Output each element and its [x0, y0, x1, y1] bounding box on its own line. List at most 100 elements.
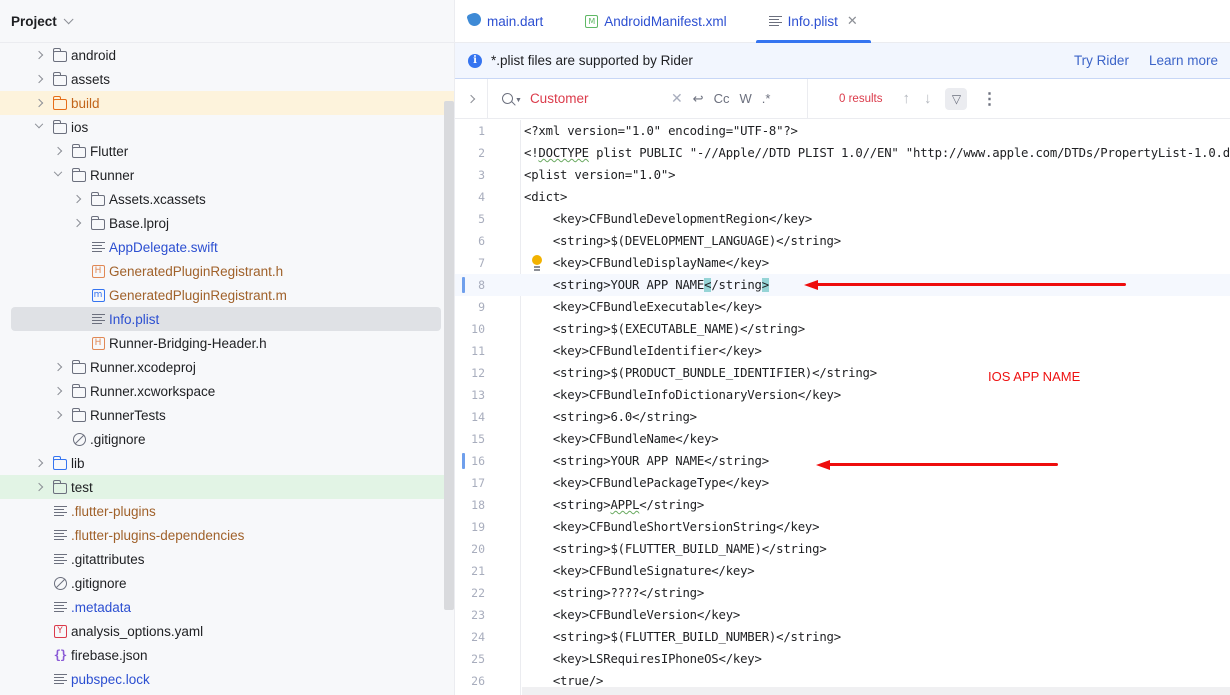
- code-line[interactable]: 18 <string>APPL</string>: [455, 494, 1230, 516]
- chevron-right-icon[interactable]: [33, 71, 45, 87]
- code-text: <key>CFBundleDevelopmentRegion</key>: [524, 212, 813, 226]
- sidebar-scrollbar[interactable]: [444, 101, 454, 610]
- code-line[interactable]: 2 <!DOCTYPE plist PUBLIC "-//Apple//DTD P…: [455, 142, 1230, 164]
- text-file-icon: [90, 239, 106, 255]
- tab-android-manifest[interactable]: M AndroidManifest.xml: [572, 0, 739, 42]
- chevron-down-icon[interactable]: [52, 167, 64, 183]
- code-line[interactable]: 13 <key>CFBundleInfoDictionaryVersion</k…: [455, 384, 1230, 406]
- tree-item[interactable]: build: [0, 91, 454, 115]
- code-line[interactable]: 10 <string>$(EXECUTABLE_NAME)</string>: [455, 318, 1230, 340]
- code-line[interactable]: 16 <string>YOUR APP NAME</string>: [455, 450, 1230, 472]
- tree-item[interactable]: Runner: [0, 163, 454, 187]
- tree-item[interactable]: Runner.xcodeproj: [0, 355, 454, 379]
- expand-replace-button[interactable]: [455, 79, 488, 118]
- code-line[interactable]: 1 <?xml version="1.0" encoding="UTF-8"?>: [455, 120, 1230, 142]
- project-header[interactable]: Project: [0, 0, 454, 43]
- tree-item[interactable]: RunnerTests: [0, 403, 454, 427]
- code-line[interactable]: 5 <key>CFBundleDevelopmentRegion</key>: [455, 208, 1230, 230]
- tree-item-label: .gitattributes: [71, 551, 145, 567]
- code-line[interactable]: 23 <key>CFBundleVersion</key>: [455, 604, 1230, 626]
- code-text: <key>CFBundlePackageType</key>: [524, 476, 769, 490]
- code-editor[interactable]: 1 <?xml version="1.0" encoding="UTF-8"?> 2…: [455, 120, 1230, 695]
- search-history-caret-icon[interactable]: ▼: [515, 97, 522, 104]
- tree-item[interactable]: AppDelegate.swift: [0, 235, 454, 259]
- code-text: <key>CFBundleExecutable</key>: [524, 300, 762, 314]
- code-line[interactable]: 17 <key>CFBundlePackageType</key>: [455, 472, 1230, 494]
- horizontal-scrollbar[interactable]: [522, 687, 1230, 695]
- learn-more-link[interactable]: Learn more: [1149, 53, 1218, 68]
- chevron-down-icon[interactable]: [33, 119, 45, 135]
- try-rider-link[interactable]: Try Rider: [1074, 53, 1129, 68]
- tree-item[interactable]: Base.lproj: [0, 211, 454, 235]
- tab-main-dart[interactable]: main.dart: [455, 0, 556, 42]
- filter-icon[interactable]: ▽: [945, 87, 968, 110]
- tree-item-label: AppDelegate.swift: [109, 239, 218, 255]
- tree-item[interactable]: .flutter-plugins: [0, 499, 454, 523]
- tree-item[interactable]: android: [0, 43, 454, 67]
- tree-item[interactable]: ios: [0, 115, 454, 139]
- code-line[interactable]: 11 <key>CFBundleIdentifier</key>: [455, 340, 1230, 362]
- tree-item[interactable]: test: [0, 475, 454, 499]
- code-line[interactable]: 20 <string>$(FLUTTER_BUILD_NAME)</string…: [455, 538, 1230, 560]
- tree-item[interactable]: .gitignore: [0, 571, 454, 595]
- chevron-down-icon[interactable]: [63, 13, 74, 24]
- tree-item[interactable]: assets: [0, 67, 454, 91]
- code-line[interactable]: 15 <key>CFBundleName</key>: [455, 428, 1230, 450]
- chevron-right-icon[interactable]: [52, 143, 64, 159]
- search-input[interactable]: [529, 91, 665, 106]
- chevron-right-icon[interactable]: [52, 383, 64, 399]
- tree-item[interactable]: H GeneratedPluginRegistrant.h: [0, 259, 454, 283]
- code-line[interactable]: 9 <key>CFBundleExecutable</key>: [455, 296, 1230, 318]
- tree-item[interactable]: .flutter-plugins-dependencies: [0, 523, 454, 547]
- tree-item[interactable]: Info.plist: [11, 307, 441, 331]
- find-bar: ▼ ✕ ↩ Cc W .* 0 results ↑ ↓ ▽ ⋮: [455, 79, 1230, 119]
- regex-toggle[interactable]: .*: [762, 91, 771, 106]
- code-line[interactable]: 22 <string>????</string>: [455, 582, 1230, 604]
- line-number: 17: [471, 476, 485, 490]
- tree-item[interactable]: .gitattributes: [0, 547, 454, 571]
- code-line[interactable]: 8 <string>YOUR APP NAME</string>: [455, 274, 1230, 296]
- line-number: 1: [478, 124, 485, 138]
- dart-icon: [466, 11, 483, 29]
- tree-item[interactable]: lib: [0, 451, 454, 475]
- more-options-icon[interactable]: ⋮: [981, 89, 997, 109]
- whole-words-toggle[interactable]: W: [739, 91, 751, 106]
- chevron-right-icon[interactable]: [33, 47, 45, 63]
- chevron-right-icon[interactable]: [33, 95, 45, 111]
- previous-occurrence-icon[interactable]: ↑: [902, 90, 910, 107]
- next-occurrence-icon[interactable]: ↓: [924, 90, 932, 107]
- tree-item[interactable]: H Runner-Bridging-Header.h: [0, 331, 454, 355]
- tree-item[interactable]: Flutter: [0, 139, 454, 163]
- code-line[interactable]: 6 <string>$(DEVELOPMENT_LANGUAGE)</strin…: [455, 230, 1230, 252]
- tree-item[interactable]: Runner.xcworkspace: [0, 379, 454, 403]
- tree-item[interactable]: Assets.xcassets: [0, 187, 454, 211]
- tree-item[interactable]: Yanalysis_options.yaml: [0, 619, 454, 643]
- match-case-toggle[interactable]: Cc: [714, 91, 730, 106]
- chevron-right-icon[interactable]: [33, 455, 45, 471]
- search-icon[interactable]: [502, 93, 513, 104]
- chevron-right-icon[interactable]: [52, 359, 64, 375]
- clear-search-icon[interactable]: ✕: [671, 90, 683, 107]
- code-text: <string>$(EXECUTABLE_NAME)</string>: [524, 322, 805, 336]
- code-line[interactable]: 7 <key>CFBundleDisplayName</key>: [455, 252, 1230, 274]
- tab-info-plist[interactable]: Info.plist ✕: [755, 0, 871, 43]
- code-line[interactable]: 3 <plist version="1.0">: [455, 164, 1230, 186]
- tree-item[interactable]: .metadata: [0, 595, 454, 619]
- chevron-right-icon[interactable]: [71, 191, 83, 207]
- chevron-right-icon[interactable]: [71, 215, 83, 231]
- code-line[interactable]: 24 <string>$(FLUTTER_BUILD_NUMBER)</stri…: [455, 626, 1230, 648]
- chevron-right-icon[interactable]: [33, 479, 45, 495]
- code-line[interactable]: 14 <string>6.0</string>: [455, 406, 1230, 428]
- new-line-icon[interactable]: ↩: [693, 91, 704, 107]
- code-line[interactable]: 4 <dict>: [455, 186, 1230, 208]
- chevron-right-icon[interactable]: [52, 407, 64, 423]
- tree-item[interactable]: pubspec.lock: [0, 667, 454, 691]
- tree-item[interactable]: {} firebase.json: [0, 643, 454, 667]
- close-icon[interactable]: ✕: [847, 13, 858, 29]
- tree-item[interactable]: .gitignore: [0, 427, 454, 451]
- code-line[interactable]: 21 <key>CFBundleSignature</key>: [455, 560, 1230, 582]
- code-line[interactable]: 12 <string>$(PRODUCT_BUNDLE_IDENTIFIER)<…: [455, 362, 1230, 384]
- code-line[interactable]: 25 <key>LSRequiresIPhoneOS</key>: [455, 648, 1230, 670]
- tree-item[interactable]: m GeneratedPluginRegistrant.m: [0, 283, 454, 307]
- code-line[interactable]: 19 <key>CFBundleShortVersionString</key>: [455, 516, 1230, 538]
